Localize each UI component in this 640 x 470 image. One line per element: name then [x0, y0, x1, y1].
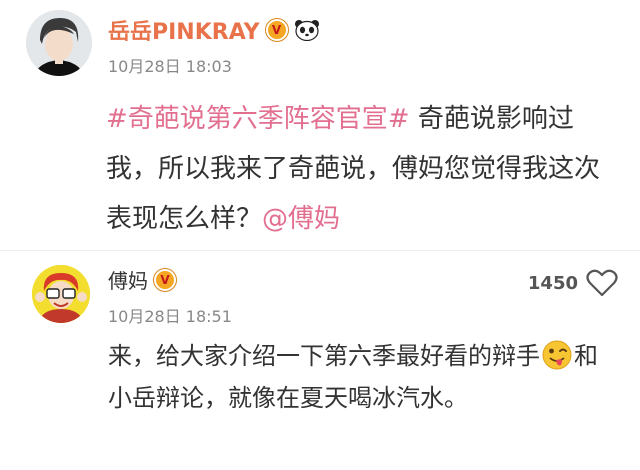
- comment-item: 傅妈 10月28日 18:51 1450 来，给大家介绍一下第六季最好看的辩手 …: [0, 251, 640, 470]
- like-button[interactable]: 1450: [528, 269, 618, 297]
- verified-badge-icon: [265, 19, 288, 41]
- author-name[interactable]: 岳岳PINKRAY: [108, 14, 260, 46]
- commenter-avatar[interactable]: [32, 265, 90, 323]
- commenter-name[interactable]: 傅妈: [108, 265, 148, 294]
- comment-timestamp: 10月28日 18:51: [108, 307, 232, 326]
- commenter-name-row: 傅妈: [108, 265, 176, 294]
- author-name-row: 岳岳PINKRAY: [108, 14, 320, 46]
- author-avatar[interactable]: [26, 10, 92, 76]
- heart-outline-icon: [586, 269, 618, 297]
- weibo-post: 岳岳PINKRAY 10月28日 18:03 #奇葩说第六季阵容官宣# 奇葩说影…: [0, 0, 640, 250]
- verified-badge-icon: [154, 268, 176, 291]
- comment-body: 来，给大家介绍一下第六季最好看的辩手 和小岳辩论，就像在夏天喝冰汽水。: [108, 335, 618, 419]
- comment-text-part1: 来，给大家介绍一下第六季最好看的辩手: [108, 342, 540, 370]
- post-body: #奇葩说第六季阵容官宣# 奇葩说影响过我，所以我来了奇葩说，傅妈您觉得我这次表现…: [106, 94, 616, 244]
- panda-icon: [294, 20, 319, 41]
- mention-link[interactable]: @傅妈: [262, 204, 340, 234]
- post-timestamp: 10月28日 18:03: [108, 57, 232, 76]
- hashtag-link[interactable]: #奇葩说第六季阵容官宣#: [106, 104, 410, 134]
- tongue-wink-emoji-icon: [542, 340, 572, 370]
- like-count: 1450: [527, 272, 578, 294]
